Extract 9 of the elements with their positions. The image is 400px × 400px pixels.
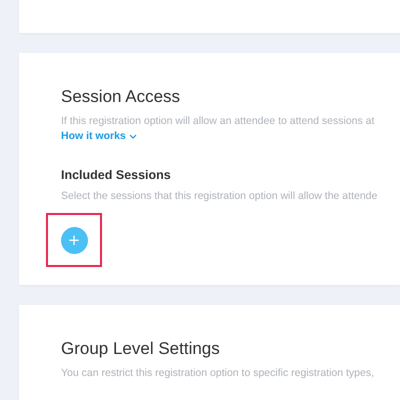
subsection-title: Included Sessions bbox=[61, 168, 172, 182]
section-description: If this registration option will allow an attendee to attend sessions at bbox=[61, 115, 376, 127]
section-title: Session Access bbox=[61, 87, 182, 107]
how-it-works-link[interactable]: How it works bbox=[61, 130, 137, 142]
section-title: Group Level Settings bbox=[61, 339, 221, 359]
section-description: You can restrict this registration option to specific registration types, bbox=[61, 367, 376, 379]
add-button[interactable]: + bbox=[60, 226, 88, 254]
subsection-description: Select the sessions that this registration option will allow the attende bbox=[61, 190, 378, 202]
chevron-down-icon bbox=[128, 134, 137, 138]
